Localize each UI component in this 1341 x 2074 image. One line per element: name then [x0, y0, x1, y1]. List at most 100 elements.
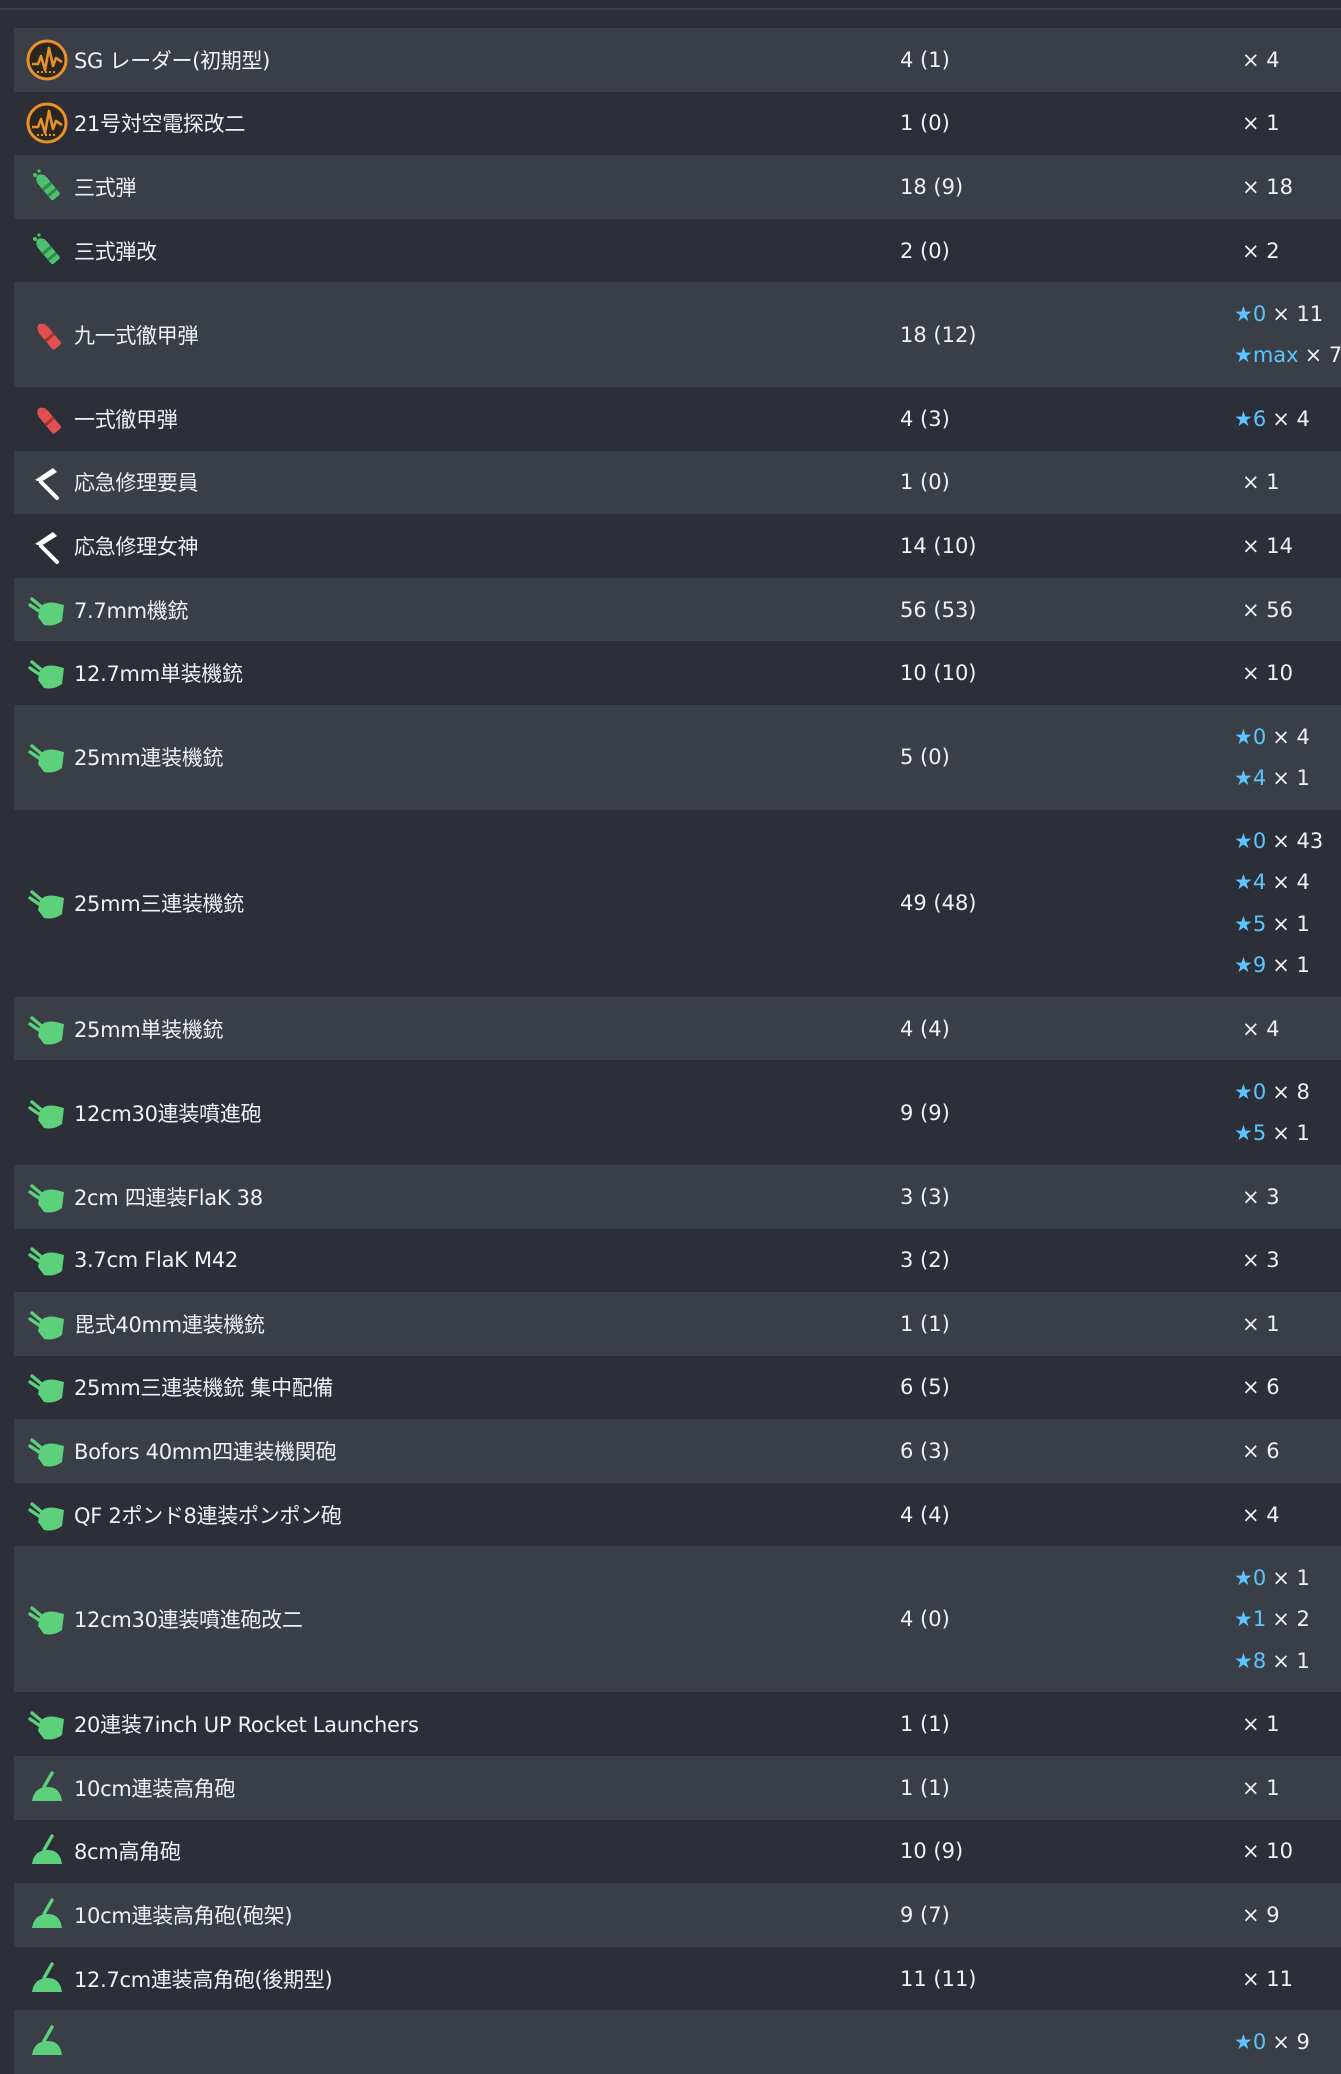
equipment-row[interactable]: 3.7cm FlaK M42 3 (2) × 3 — [14, 1228, 1341, 1293]
equipment-row[interactable]: 12cm30連装噴進砲 9 (9) ★0 × 8 ★5 × 1 — [14, 1060, 1341, 1165]
level-multiplier: × 2 — [1272, 1607, 1310, 1632]
ha-gun-icon — [24, 1956, 70, 2002]
equipment-row[interactable]: Bofors 40mm四連装機関砲 6 (3) × 6 — [14, 1419, 1341, 1483]
star-level: ★0 — [1234, 1566, 1267, 1591]
equipment-row[interactable]: 毘式40mm連装機銃 1 (1) × 1 — [14, 1292, 1341, 1356]
star-level: ★4 — [1234, 765, 1267, 790]
improvement-level-line: × 3 — [1234, 1240, 1341, 1281]
equipment-row[interactable]: 応急修理女神 14 (10) × 14 — [14, 514, 1341, 578]
equipment-row[interactable]: QF 2ポンド8連装ポンポン砲 4 (4) × 4 — [14, 1482, 1341, 1547]
equipment-name: 25mm三連装機銃 — [74, 892, 244, 917]
equipment-count: 4 (4) — [900, 1502, 950, 1527]
aa-gun-icon — [24, 1006, 70, 1052]
improvement-levels: × 1 — [1234, 1303, 1341, 1344]
equipment-row[interactable]: 25mm三連装機銃 集中配備 6 (5) × 6 — [14, 1355, 1341, 1420]
star-level: ★8 — [1234, 1648, 1267, 1673]
level-multiplier: × 1 — [1242, 1712, 1280, 1737]
equipment-row[interactable]: 12.7cm連装高角砲(後期型) 11 (11) × 11 — [14, 1946, 1341, 2011]
ha-gun-icon — [24, 2019, 70, 2065]
equipment-name: QF 2ポンド8連装ポンポン砲 — [74, 1503, 342, 1528]
equipment-row[interactable]: 25mm連装機銃 5 (0) ★0 × 4 ★4 × 1 — [14, 704, 1341, 810]
improvement-level-line: × 1 — [1234, 1303, 1341, 1344]
improvement-levels: × 1 — [1234, 103, 1341, 144]
improvement-level-line: ★0 × 43 — [1234, 821, 1341, 862]
equipment-count: 49 (48) — [900, 891, 977, 916]
equipment-name: 10cm連装高角砲 — [74, 1776, 236, 1801]
improvement-levels: × 1 — [1234, 1704, 1341, 1745]
level-multiplier: × 6 — [1242, 1439, 1280, 1464]
equipment-row[interactable]: ★0 × 9 — [14, 2010, 1341, 2074]
equipment-count: 1 (1) — [900, 1311, 950, 1336]
improvement-levels: × 14 — [1234, 525, 1341, 566]
level-multiplier: × 1 — [1272, 1566, 1310, 1591]
level-multiplier: × 1 — [1242, 1311, 1280, 1336]
equipment-count: 4 (0) — [900, 1607, 950, 1632]
equipment-row[interactable]: 10cm連装高角砲(砲架) 9 (7) × 9 — [14, 1883, 1341, 1947]
radar-icon — [24, 100, 70, 146]
improvement-level-line: × 1 — [1234, 103, 1341, 144]
equipment-count: 4 (4) — [900, 1016, 950, 1041]
improvement-level-line: × 1 — [1234, 462, 1341, 503]
improvement-level-line: × 11 — [1234, 1958, 1341, 1999]
aa-gun-icon — [24, 1301, 70, 1347]
level-multiplier: × 1 — [1272, 1121, 1310, 1146]
equipment-count: 10 (9) — [900, 1839, 964, 1864]
equipment-row[interactable]: 一式徹甲弾 4 (3) ★6 × 4 — [14, 386, 1341, 451]
improvement-levels: × 6 — [1234, 1430, 1341, 1471]
equipment-row[interactable]: 九一式徹甲弾 18 (12) ★0 × 11 ★max × 7 — [14, 282, 1341, 387]
level-multiplier: × 8 — [1272, 1079, 1310, 1104]
equipment-count: 1 (0) — [900, 111, 950, 136]
improvement-level-line: ★4 × 4 — [1234, 862, 1341, 903]
equipment-name: 応急修理女神 — [74, 534, 199, 559]
level-multiplier: × 1 — [1272, 765, 1310, 790]
improvement-level-line: ★9 × 1 — [1234, 944, 1341, 985]
ha-gun-icon — [24, 1828, 70, 1874]
equipment-name: 12.7cm連装高角砲(後期型) — [74, 1967, 333, 1992]
star-level: ★0 — [1234, 724, 1267, 749]
level-multiplier: × 7 — [1304, 343, 1341, 368]
equipment-row[interactable]: 21号対空電探改二 1 (0) × 1 — [14, 91, 1341, 156]
improvement-levels: × 10 — [1234, 1831, 1341, 1872]
equipment-name: 3.7cm FlaK M42 — [74, 1248, 238, 1273]
equipment-row[interactable]: 三式弾改 2 (0) × 2 — [14, 218, 1341, 283]
improvement-level-line: × 9 — [1234, 1894, 1341, 1935]
improvement-level-line: ★0 × 8 — [1234, 1071, 1341, 1112]
star-level: ★1 — [1234, 1607, 1267, 1632]
equipment-row[interactable]: 25mm単装機銃 4 (4) × 4 — [14, 996, 1341, 1061]
improvement-level-line: × 1 — [1234, 1767, 1341, 1808]
equipment-row[interactable]: 応急修理要員 1 (0) × 1 — [14, 450, 1341, 515]
level-multiplier: × 11 — [1272, 302, 1324, 327]
equipment-row[interactable]: 三式弾 18 (9) × 18 — [14, 155, 1341, 219]
star-level: ★0 — [1234, 1079, 1267, 1104]
improvement-level-line: × 4 — [1234, 39, 1341, 80]
level-multiplier: × 6 — [1242, 1375, 1280, 1400]
star-level: ★max — [1234, 343, 1299, 368]
equipment-row[interactable]: SG レーダー(初期型) 4 (1) × 4 — [14, 28, 1341, 92]
equipment-count: 14 (10) — [900, 533, 977, 558]
repair-icon — [24, 459, 70, 505]
level-multiplier: × 4 — [1242, 1502, 1280, 1527]
equipment-name: 10cm連装高角砲(砲架) — [74, 1903, 293, 1928]
star-level: ★9 — [1234, 953, 1267, 978]
equipment-count: 56 (53) — [900, 597, 977, 622]
equipment-row[interactable]: 12.7mm単装機銃 10 (10) × 10 — [14, 641, 1341, 705]
equipment-row[interactable]: 10cm連装高角砲 1 (1) × 1 — [14, 1755, 1341, 1820]
improvement-level-line: × 1 — [1234, 1704, 1341, 1745]
level-multiplier: × 1 — [1242, 470, 1280, 495]
aa-gun-icon — [24, 1428, 70, 1474]
equipment-row[interactable]: 20連装7inch UP Rocket Launchers 1 (1) × 1 — [14, 1692, 1341, 1756]
improvement-levels: × 3 — [1234, 1176, 1341, 1217]
equipment-row[interactable]: 2cm 四連装FlaK 38 3 (3) × 3 — [14, 1164, 1341, 1229]
equipment-row[interactable]: 25mm三連装機銃 49 (48) ★0 × 43 ★4 × 4 ★5 × 1 ★9 × 1 — [14, 809, 1341, 997]
improvement-level-line: ★8 × 1 — [1234, 1640, 1341, 1681]
equipment-row[interactable]: 12cm30連装噴進砲改二 4 (0) ★0 × 1 ★1 × 2 ★8 × 1 — [14, 1546, 1341, 1693]
equipment-row[interactable]: 7.7mm機銃 56 (53) × 56 — [14, 577, 1341, 642]
star-level: ★4 — [1234, 870, 1267, 895]
improvement-levels: × 2 — [1234, 230, 1341, 271]
level-multiplier: × 10 — [1242, 1839, 1293, 1864]
improvement-level-line: × 4 — [1234, 1494, 1341, 1535]
equipment-name: 12.7mm単装機銃 — [74, 662, 243, 687]
equipment-count: 1 (0) — [900, 470, 950, 495]
improvement-levels: × 56 — [1234, 589, 1341, 630]
equipment-row[interactable]: 8cm高角砲 10 (9) × 10 — [14, 1819, 1341, 1884]
